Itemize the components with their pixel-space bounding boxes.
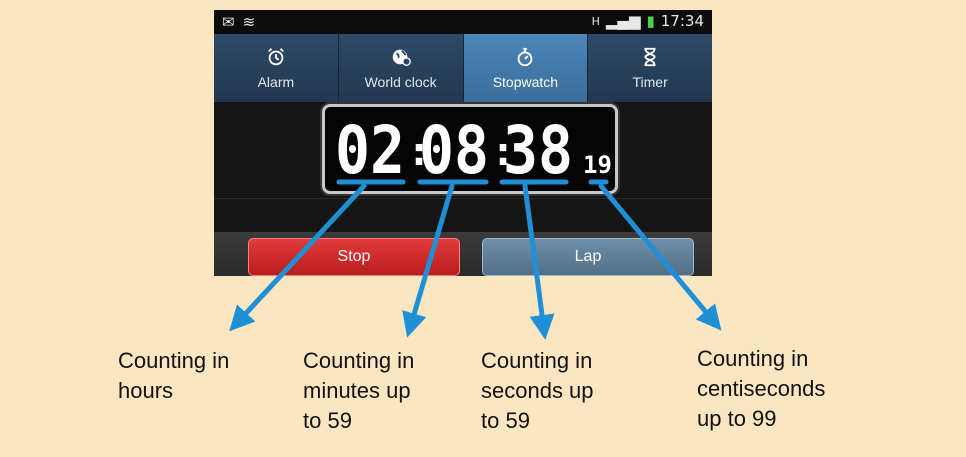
caption-seconds: Counting in seconds up to 59 xyxy=(481,348,594,433)
seconds-arrow xyxy=(522,183,555,340)
caption-hours: Counting in hours xyxy=(118,348,230,403)
minutes-arrow xyxy=(402,183,455,338)
centiseconds-arrow xyxy=(598,183,722,331)
caption-minutes: Counting in minutes up to 59 xyxy=(303,348,415,433)
caption-centiseconds: Counting in centiseconds up to 99 xyxy=(697,346,826,431)
hours-arrow xyxy=(229,183,367,332)
